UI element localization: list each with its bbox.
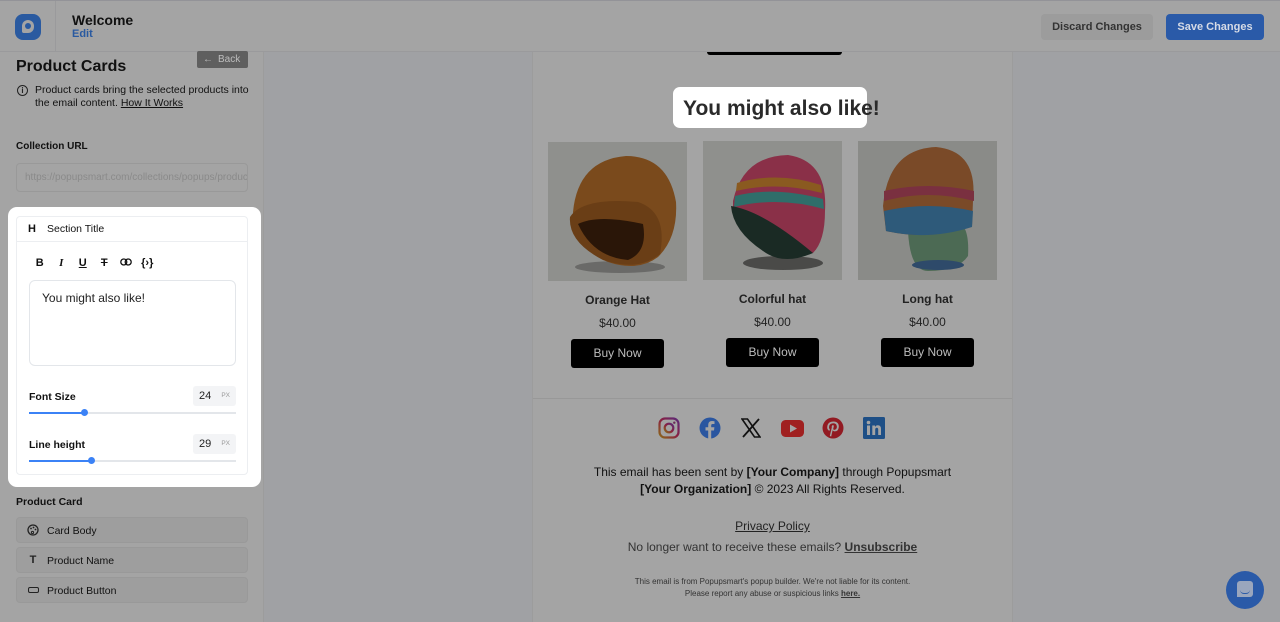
report-link[interactable]: here. <box>841 589 860 598</box>
section-title-heading[interactable]: You might also like! <box>673 87 880 128</box>
instagram-icon[interactable] <box>657 416 681 440</box>
company-placeholder: [Your Company] <box>746 465 840 479</box>
text-icon: T <box>29 554 37 566</box>
chat-support-button[interactable] <box>1226 571 1264 609</box>
discard-changes-button[interactable]: Discard Changes <box>1041 14 1153 40</box>
font-size-slider-fill <box>29 412 85 414</box>
youtube-icon[interactable] <box>780 416 804 440</box>
save-changes-button[interactable]: Save Changes <box>1166 14 1264 40</box>
section-title-header[interactable]: H Section Title <box>17 217 247 242</box>
section-heading-text: You might also like! <box>683 97 880 120</box>
product-price: $40.00 <box>909 315 946 329</box>
line-height-slider-handle[interactable] <box>87 457 95 464</box>
sent-by-text: This email has been sent by <box>593 465 747 479</box>
chat-bubble-icon <box>1237 581 1253 597</box>
rights-text: © 2023 All Rights Reserved. <box>751 482 905 496</box>
italic-icon[interactable]: I <box>51 255 73 271</box>
edit-link[interactable]: Edit <box>72 28 93 40</box>
text-format-toolbar: B I U T {›} <box>29 255 158 271</box>
strikethrough-icon[interactable]: T <box>94 255 116 271</box>
email-preview: You might also like! Orange Hat $40.00 B… <box>532 52 1013 622</box>
heading-icon: H <box>28 223 36 235</box>
line-height-label: Line height <box>29 439 85 451</box>
line-height-input[interactable]: 29 PX <box>193 434 236 454</box>
line-height-slider[interactable] <box>29 457 236 464</box>
top-bar: Welcome Edit Discard Changes Save Change… <box>0 0 1280 53</box>
disclaimer-text: This email is from Popupsmart's popup bu… <box>634 577 911 586</box>
product-name-item[interactable]: T Product Name <box>16 547 248 573</box>
unsubscribe-line: No longer want to receive these emails? … <box>533 540 1012 554</box>
unsubscribe-prompt: No longer want to receive these emails? <box>627 540 845 554</box>
line-height-value: 29 <box>199 438 212 450</box>
how-it-works-link[interactable]: How It Works <box>121 97 183 109</box>
buy-now-button[interactable]: Buy Now <box>881 338 974 367</box>
card-body-label: Card Body <box>47 525 97 537</box>
product-name: Orange Hat <box>585 293 650 307</box>
info-icon: i <box>17 85 28 96</box>
section-title-editor[interactable]: You might also like! <box>29 280 236 366</box>
product-image-orange-hat <box>548 142 687 281</box>
line-height-slider-fill <box>29 460 92 462</box>
card-body-item[interactable]: Card Body <box>16 517 248 543</box>
panel-title: Product Cards <box>16 58 127 75</box>
campaign-title: Welcome <box>72 12 134 28</box>
logo-cell <box>0 1 56 53</box>
section-title-label: Section Title <box>47 223 105 235</box>
product-name-label: Product Name <box>47 555 115 567</box>
product-price: $40.00 <box>754 315 791 329</box>
product-image-colorful-hat <box>703 141 842 280</box>
product-card[interactable]: Colorful hat $40.00 Buy Now <box>703 141 842 367</box>
buy-now-button[interactable]: Buy Now <box>571 339 664 368</box>
underline-icon[interactable]: U <box>72 255 94 271</box>
line-height-unit: PX <box>221 440 230 447</box>
font-size-label: Font Size <box>29 391 76 403</box>
pinterest-icon[interactable] <box>821 416 845 440</box>
unsubscribe-link[interactable]: Unsubscribe <box>845 540 918 554</box>
previous-block-button[interactable] <box>707 52 842 55</box>
button-icon <box>27 584 39 596</box>
product-image-long-hat <box>858 141 997 280</box>
organization-placeholder: [Your Organization] <box>640 482 752 496</box>
font-size-slider-handle[interactable] <box>81 409 89 416</box>
variable-icon[interactable]: {›} <box>137 255 159 271</box>
x-twitter-icon[interactable] <box>739 416 763 440</box>
divider <box>533 398 1012 399</box>
facebook-icon[interactable] <box>698 416 722 440</box>
palette-icon <box>27 524 39 539</box>
product-name: Long hat <box>902 292 953 306</box>
product-name: Colorful hat <box>738 292 807 306</box>
product-price: $40.00 <box>599 316 636 330</box>
collection-url-label: Collection URL <box>16 141 88 152</box>
social-links <box>657 416 886 440</box>
privacy-policy-link[interactable]: Privacy Policy <box>533 519 1012 533</box>
product-card[interactable]: Orange Hat $40.00 Buy Now <box>548 142 687 368</box>
section-title-box: H Section Title B I U T {›} You might al… <box>16 216 248 475</box>
product-card[interactable]: Long hat $40.00 Buy Now <box>858 141 997 367</box>
footer-sent-by: This email has been sent by [Your Compan… <box>533 464 1012 498</box>
info-text: Product cards bring the selected product… <box>35 84 250 110</box>
arrow-left-icon: ← <box>203 54 213 65</box>
footer-disclaimer: This email is from Popupsmart's popup bu… <box>533 576 1012 600</box>
font-size-input[interactable]: 24 PX <box>193 386 236 406</box>
back-label: Back <box>218 54 241 65</box>
product-button-item[interactable]: Product Button <box>16 577 248 603</box>
product-card-label: Product Card <box>16 496 83 508</box>
back-button[interactable]: ← Back <box>197 51 248 68</box>
report-text: Please report any abuse or suspicious li… <box>684 589 841 598</box>
link-icon[interactable] <box>115 255 137 271</box>
product-button-label: Product Button <box>47 585 117 597</box>
font-size-value: 24 <box>199 390 212 402</box>
font-size-unit: PX <box>221 392 230 399</box>
bold-icon[interactable]: B <box>29 255 51 271</box>
collection-url-input[interactable]: https://popupsmart.com/collections/popup… <box>16 163 248 192</box>
popupsmart-logo-icon[interactable] <box>15 14 41 40</box>
through-text: through Popupsmart <box>839 465 952 479</box>
font-size-slider[interactable] <box>29 409 236 416</box>
section-title-panel: H Section Title B I U T {›} You might al… <box>8 207 261 487</box>
buy-now-button[interactable]: Buy Now <box>726 338 819 367</box>
linkedin-icon[interactable] <box>862 416 886 440</box>
